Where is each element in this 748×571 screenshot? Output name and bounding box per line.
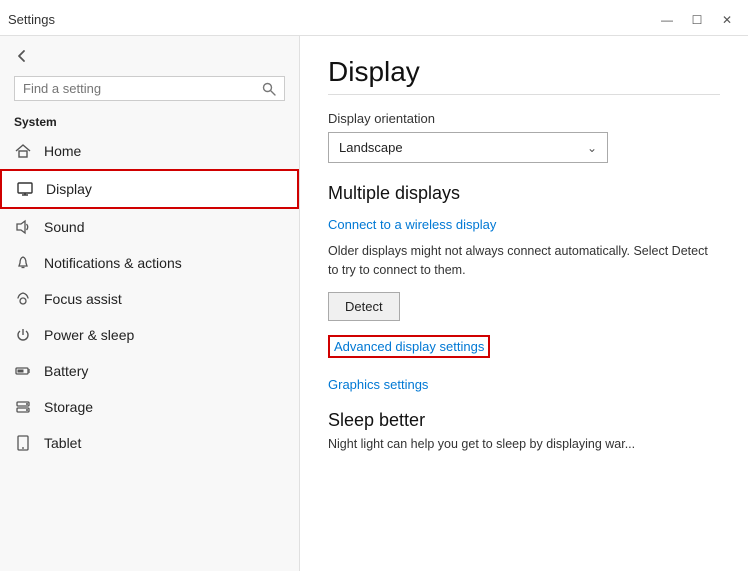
connect-wireless-link[interactable]: Connect to a wireless display: [328, 217, 496, 232]
search-input[interactable]: [23, 81, 256, 96]
orientation-label: Display orientation: [328, 111, 720, 126]
titlebar-controls: — ☐ ✕: [654, 10, 740, 30]
page-title: Display: [328, 56, 720, 88]
settings-window: Settings — ☐ ✕: [0, 0, 748, 571]
sidebar-item-focus[interactable]: Focus assist: [0, 281, 299, 317]
sidebar-item-display[interactable]: Display: [0, 169, 299, 209]
display-icon: [16, 180, 34, 198]
sidebar-label-battery: Battery: [44, 363, 88, 379]
search-box[interactable]: [14, 76, 285, 101]
multiple-displays-title: Multiple displays: [328, 183, 720, 204]
advanced-display-settings-link[interactable]: Advanced display settings: [328, 335, 490, 358]
sidebar-item-notifications[interactable]: Notifications & actions: [0, 245, 299, 281]
sidebar-label-storage: Storage: [44, 399, 93, 415]
sidebar-item-home[interactable]: Home: [0, 133, 299, 169]
power-icon: [14, 326, 32, 344]
orientation-dropdown[interactable]: Landscape ⌄: [328, 132, 608, 163]
back-icon: [14, 48, 30, 64]
sleep-info: Night light can help you get to sleep by…: [328, 435, 718, 454]
sidebar-label-notifications: Notifications & actions: [44, 255, 182, 271]
main-content: System Home: [0, 36, 748, 571]
sidebar-label-display: Display: [46, 181, 92, 197]
graphics-settings-link[interactable]: Graphics settings: [328, 377, 428, 392]
chevron-down-icon: ⌄: [587, 141, 597, 155]
sidebar-label-sound: Sound: [44, 219, 84, 235]
home-icon: [14, 142, 32, 160]
sidebar: System Home: [0, 36, 300, 571]
sidebar-label-focus: Focus assist: [44, 291, 122, 307]
titlebar-title: Settings: [8, 12, 55, 27]
titlebar-left: Settings: [8, 12, 55, 27]
sidebar-item-power[interactable]: Power & sleep: [0, 317, 299, 353]
tablet-icon: [14, 434, 32, 452]
sidebar-item-tablet[interactable]: Tablet: [0, 425, 299, 461]
focus-icon: [14, 290, 32, 308]
main-panel: Display Display orientation Landscape ⌄ …: [300, 36, 748, 571]
sleep-section: Sleep better Night light can help you ge…: [328, 410, 720, 454]
search-icon: [262, 82, 276, 96]
minimize-button[interactable]: —: [654, 10, 680, 30]
sidebar-item-storage[interactable]: Storage: [0, 389, 299, 425]
title-divider: [328, 94, 720, 95]
storage-icon: [14, 398, 32, 416]
sidebar-label-power: Power & sleep: [44, 327, 134, 343]
sidebar-item-sound[interactable]: Sound: [0, 209, 299, 245]
sleep-title: Sleep better: [328, 410, 720, 431]
sidebar-label-tablet: Tablet: [44, 435, 81, 451]
sidebar-section-label: System: [0, 109, 299, 133]
sidebar-label-home: Home: [44, 143, 81, 159]
close-button[interactable]: ✕: [714, 10, 740, 30]
sidebar-top: [0, 36, 299, 72]
titlebar: Settings — ☐ ✕: [0, 0, 748, 36]
sidebar-item-battery[interactable]: Battery: [0, 353, 299, 389]
battery-icon: [14, 362, 32, 380]
orientation-value: Landscape: [339, 140, 403, 155]
sound-icon: [14, 218, 32, 236]
detect-button[interactable]: Detect: [328, 292, 400, 321]
back-button[interactable]: [14, 48, 30, 64]
older-displays-info: Older displays might not always connect …: [328, 242, 718, 280]
notifications-icon: [14, 254, 32, 272]
maximize-button[interactable]: ☐: [684, 10, 710, 30]
